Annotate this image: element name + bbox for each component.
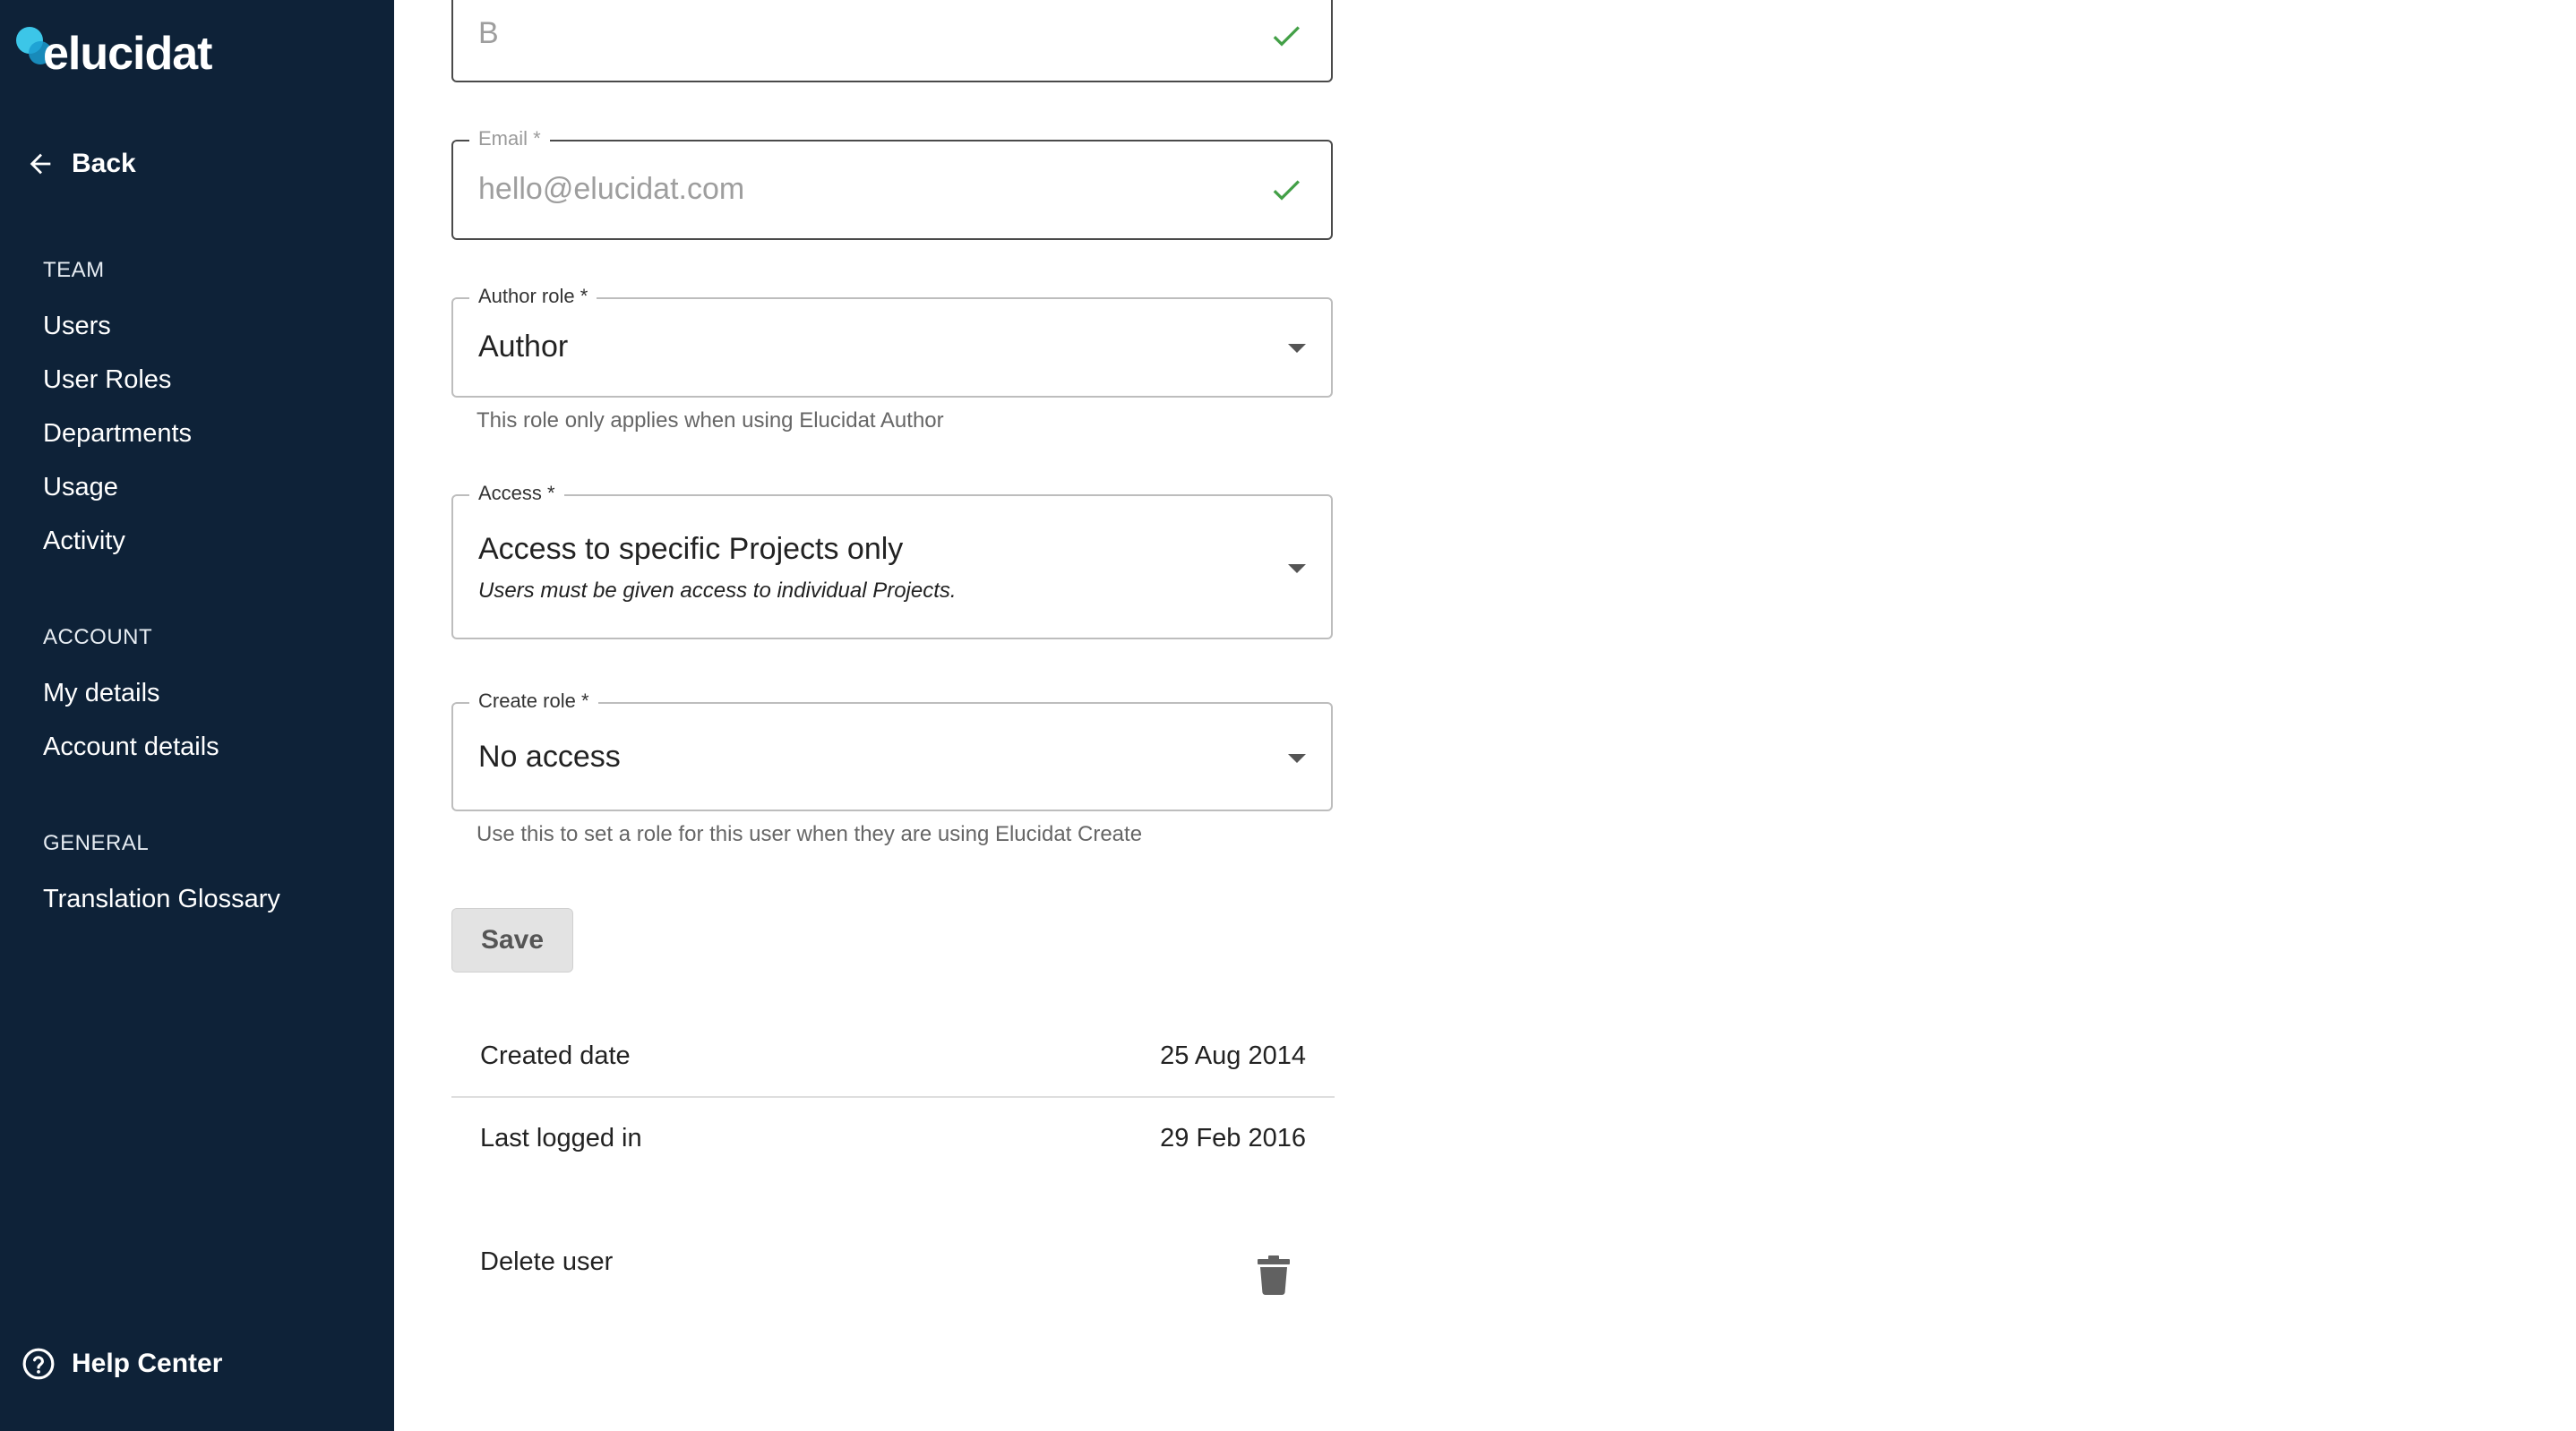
author-role-select[interactable]: Author role * Author <box>451 285 1333 398</box>
delete-user-label: Delete user <box>480 1247 614 1276</box>
create-role-label: Create role * <box>469 690 598 713</box>
author-role-value: Author <box>478 330 569 364</box>
section-title-account: ACCOUNT <box>43 625 153 649</box>
email-field[interactable]: Email * hello@elucidat.com <box>451 127 1333 240</box>
create-role-select[interactable]: Create role * No access <box>451 690 1333 811</box>
section-title-team: TEAM <box>43 258 105 282</box>
sidebar-item-departments[interactable]: Departments <box>43 419 192 449</box>
created-date-value: 25 Aug 2014 <box>1160 1041 1306 1070</box>
trash-icon[interactable] <box>1258 1255 1290 1295</box>
sidebar-item-activity[interactable]: Activity <box>43 527 125 556</box>
section-title-general: GENERAL <box>43 831 150 855</box>
save-button[interactable]: Save <box>451 908 573 973</box>
sidebar-item-translation-glossary[interactable]: Translation Glossary <box>43 885 280 914</box>
caret-down-icon <box>1288 754 1306 763</box>
last-name-value: B <box>478 16 499 50</box>
check-icon <box>1273 26 1300 47</box>
last-logged-in-row: Last logged in 29 Feb 2016 <box>451 1098 1335 1178</box>
help-circle-icon <box>22 1348 55 1380</box>
access-description: Users must be given access to individual… <box>478 578 957 603</box>
arrow-left-icon <box>30 153 51 175</box>
check-icon <box>1273 180 1300 201</box>
sidebar-item-account-details[interactable]: Account details <box>43 733 219 762</box>
back-label: Back <box>72 149 136 178</box>
created-date-row: Created date 25 Aug 2014 <box>451 1015 1335 1096</box>
caret-down-icon <box>1288 344 1306 353</box>
access-select[interactable]: Access * Access to specific Projects onl… <box>451 482 1333 639</box>
sidebar: elucidat Back TEAM Users User Roles Depa… <box>0 0 394 1431</box>
help-center-link[interactable]: Help Center <box>21 1347 222 1381</box>
created-date-label: Created date <box>480 1041 631 1070</box>
last-logged-in-value: 29 Feb 2016 <box>1160 1124 1306 1153</box>
delete-user-row: Delete user <box>451 1221 1335 1302</box>
author-role-label: Author role * <box>469 285 597 308</box>
sidebar-item-users[interactable]: Users <box>43 312 111 341</box>
access-value: Access to specific Projects only <box>478 532 904 566</box>
help-center-label: Help Center <box>72 1349 223 1378</box>
create-role-value: No access <box>478 740 621 774</box>
email-label: Email * <box>469 127 550 150</box>
back-button[interactable]: Back <box>25 145 136 183</box>
create-role-helper: Use this to set a role for this user whe… <box>477 822 1143 846</box>
email-value: hello@elucidat.com <box>478 172 745 206</box>
logo-wordmark: elucidat <box>43 28 212 80</box>
last-logged-in-label: Last logged in <box>480 1124 642 1153</box>
sidebar-item-usage[interactable]: Usage <box>43 473 118 502</box>
caret-down-icon <box>1288 564 1306 573</box>
access-label: Access * <box>469 482 564 505</box>
last-name-field[interactable]: B <box>451 0 1333 82</box>
sidebar-item-user-roles[interactable]: User Roles <box>43 365 171 395</box>
author-role-helper: This role only applies when using Elucid… <box>477 408 944 433</box>
sidebar-item-my-details[interactable]: My details <box>43 679 160 708</box>
